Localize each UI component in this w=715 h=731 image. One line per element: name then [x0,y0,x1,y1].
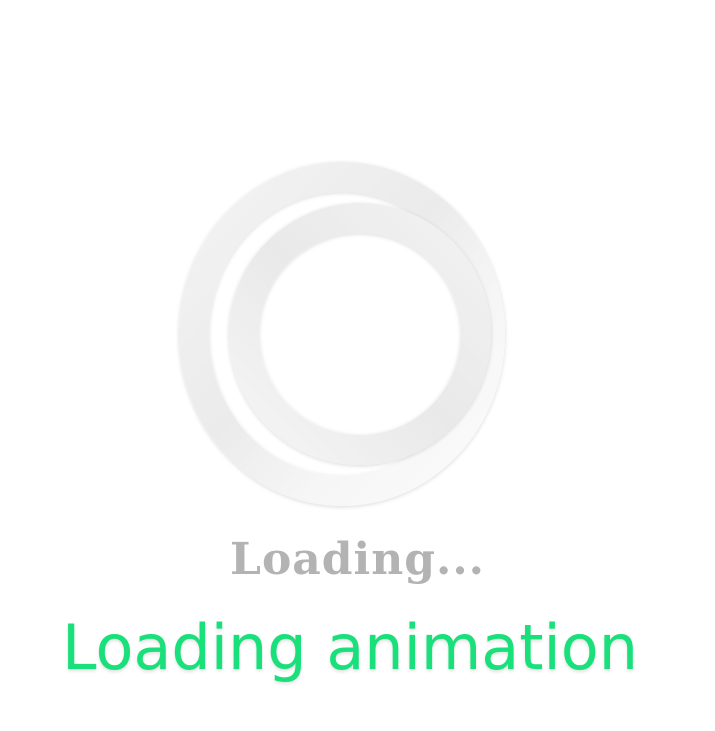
inner-ring [229,203,491,465]
loading-status-text: Loading... [230,534,485,585]
loading-screen: Loading... Loading animation [0,0,715,731]
caption-text: Loading animation [62,611,638,684]
ring-spinner-icon [179,162,505,506]
